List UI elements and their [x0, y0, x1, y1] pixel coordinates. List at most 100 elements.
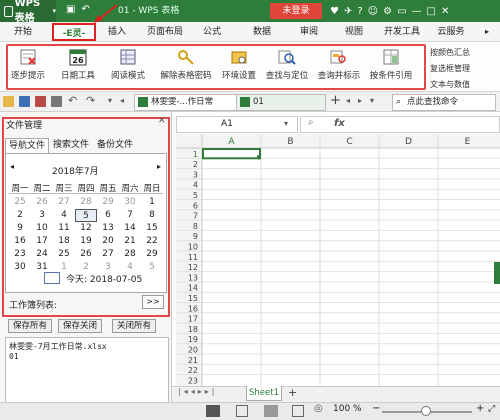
tabs-scroll-left-icon[interactable]: ◂ [346, 96, 350, 105]
formula-input[interactable] [300, 116, 500, 133]
undo-icon[interactable]: ↶ [81, 4, 89, 15]
minimize-icon[interactable]: — [412, 6, 422, 17]
maximize-icon[interactable]: □ [427, 6, 436, 17]
tab-home[interactable]: 开始 [8, 22, 38, 42]
calendar-day[interactable]: 5 [75, 209, 97, 222]
add-sheet-icon[interactable]: + [288, 386, 297, 399]
calendar-day[interactable]: 3 [31, 209, 53, 222]
calendar-day[interactable]: 26 [75, 248, 97, 261]
tab-view[interactable]: 视图 [340, 22, 368, 42]
calendar-day[interactable]: 17 [31, 235, 53, 248]
calendar-day[interactable]: 28 [119, 248, 141, 261]
zoom-formula-icon[interactable]: ⌕ [308, 117, 314, 128]
calendar-day[interactable]: 19 [75, 235, 97, 248]
calendar-day[interactable]: 4 [53, 209, 75, 222]
calendar-day[interactable]: 27 [53, 196, 75, 209]
doc-tab-workbook[interactable]: 林雯雯-...作日常 [134, 94, 244, 111]
normal-view-icon[interactable] [206, 405, 220, 417]
sheet-tab-sheet1[interactable]: Sheet1 [246, 386, 282, 401]
calendar-day[interactable]: 16 [9, 235, 31, 248]
text-number-button[interactable]: 文本与数值 [430, 79, 470, 91]
calendar-day[interactable]: 12 [75, 222, 97, 235]
tabs-scroll-right-icon[interactable]: ▸ [358, 96, 362, 105]
calendar-day[interactable]: 13 [97, 222, 119, 235]
file-list-item[interactable]: 01 [9, 352, 165, 361]
panel-close-icon[interactable]: ✕ [158, 116, 166, 126]
calendar-day[interactable]: 15 [141, 222, 163, 235]
tab-cloud[interactable]: 云服务 [434, 22, 468, 42]
calendar-day[interactable]: 25 [53, 248, 75, 261]
calendar-day[interactable]: 24 [31, 248, 53, 261]
skin-icon[interactable]: ♥ [330, 6, 339, 17]
checkbox-manage-button[interactable]: 复选框管理 [430, 63, 470, 75]
calendar-day[interactable]: 11 [53, 222, 75, 235]
tab-insert[interactable]: 插入 [102, 22, 132, 42]
color-summary-button[interactable]: 按颜色汇总 [430, 47, 470, 59]
redo-icon[interactable]: ↷ [86, 94, 95, 107]
help-icon[interactable]: ? [357, 6, 362, 17]
zoom-out-icon[interactable]: − [372, 403, 380, 414]
conditional-ref-button[interactable]: 按条件引用 [366, 46, 416, 88]
zoom-in-icon[interactable]: + [476, 403, 484, 414]
calendar-day[interactable]: 23 [9, 248, 31, 261]
close-all-button[interactable]: 关闭所有 [112, 319, 156, 333]
tab-formulas[interactable]: 公式 [198, 22, 226, 42]
command-search[interactable]: ⌕ 点此查找命令 [392, 94, 496, 111]
next-month-icon[interactable]: ▸ [157, 162, 161, 171]
tab-data[interactable]: 数据 [248, 22, 276, 42]
query-mark-button[interactable]: 查询并标示 [314, 46, 364, 88]
tab-developer[interactable]: 开发工具 [380, 22, 424, 42]
toolbar-chevron-icon[interactable]: ▾ [108, 96, 112, 105]
calendar-day[interactable]: 25 [9, 196, 31, 209]
reading-mode-button[interactable]: 阅读模式 [106, 46, 150, 88]
tab-backup-files[interactable]: 备份文件 [94, 138, 136, 153]
calendar-day[interactable]: 28 [75, 196, 97, 209]
save-icon[interactable] [19, 96, 30, 107]
open-folder-icon[interactable] [3, 96, 14, 107]
calendar-day[interactable]: 8 [141, 209, 163, 222]
name-box-dropdown-icon[interactable]: ▾ [284, 119, 288, 128]
calendar-day[interactable]: 26 [31, 196, 53, 209]
undo-icon[interactable]: ↶ [68, 94, 77, 107]
calendar-day[interactable]: 10 [31, 222, 53, 235]
tabs-list-icon[interactable]: ▾ [370, 96, 374, 105]
calendar-day[interactable]: 1 [141, 196, 163, 209]
new-tab-icon[interactable]: + [330, 93, 341, 108]
calendar-day[interactable]: 14 [119, 222, 141, 235]
window-mode-icon[interactable]: ▭ [397, 6, 406, 17]
fx-icon[interactable]: fx [334, 118, 345, 129]
login-button[interactable]: 未登录 [270, 3, 322, 19]
tab-search-files[interactable]: 搜索文件 [50, 138, 92, 153]
side-panel-handle[interactable] [494, 262, 500, 284]
page-break-view-icon[interactable] [264, 405, 278, 417]
tab-page-layout[interactable]: 页面布局 [143, 22, 187, 42]
zoom-slider-knob[interactable] [421, 406, 431, 416]
calendar-day[interactable]: 27 [97, 248, 119, 261]
close-icon[interactable]: ✕ [441, 6, 449, 17]
page-layout-view-icon[interactable] [236, 405, 248, 417]
calendar-day[interactable]: 5 [141, 261, 163, 274]
calendar-day[interactable]: 7 [119, 209, 141, 222]
save-close-button[interactable]: 保存关闭 [58, 319, 102, 333]
share-icon[interactable]: ✈ [344, 6, 352, 17]
find-locate-button[interactable]: 查找与定位 [262, 46, 312, 88]
calendar-day[interactable]: 30 [119, 196, 141, 209]
fullscreen-icon[interactable]: ⤢ [488, 404, 495, 414]
tab-review[interactable]: 审阅 [295, 22, 323, 42]
calendar-day[interactable]: 6 [97, 209, 119, 222]
calendar-day[interactable]: 29 [97, 196, 119, 209]
remove-password-button[interactable]: 解除表格密码 [158, 46, 214, 88]
calendar-day[interactable]: 20 [97, 235, 119, 248]
tab-e-ling[interactable]: -E灵- [52, 23, 96, 41]
step-hint-button[interactable]: 逐步提示 [8, 46, 48, 88]
tabs-scroll-left-icon[interactable]: ◂ [120, 96, 124, 105]
calendar-day[interactable]: 30 [9, 261, 31, 274]
calendar-day[interactable]: 18 [53, 235, 75, 248]
print-icon[interactable] [51, 96, 62, 107]
today-label[interactable]: 今天: 2018-07-05 [66, 272, 142, 285]
reading-view-icon[interactable] [292, 405, 304, 417]
eye-protection-icon[interactable]: ◎ [314, 403, 323, 414]
calendar-day[interactable]: 22 [141, 235, 163, 248]
calendar-day[interactable]: 2 [9, 209, 31, 222]
date-tool-button[interactable]: 26 日期工具 [58, 46, 98, 88]
